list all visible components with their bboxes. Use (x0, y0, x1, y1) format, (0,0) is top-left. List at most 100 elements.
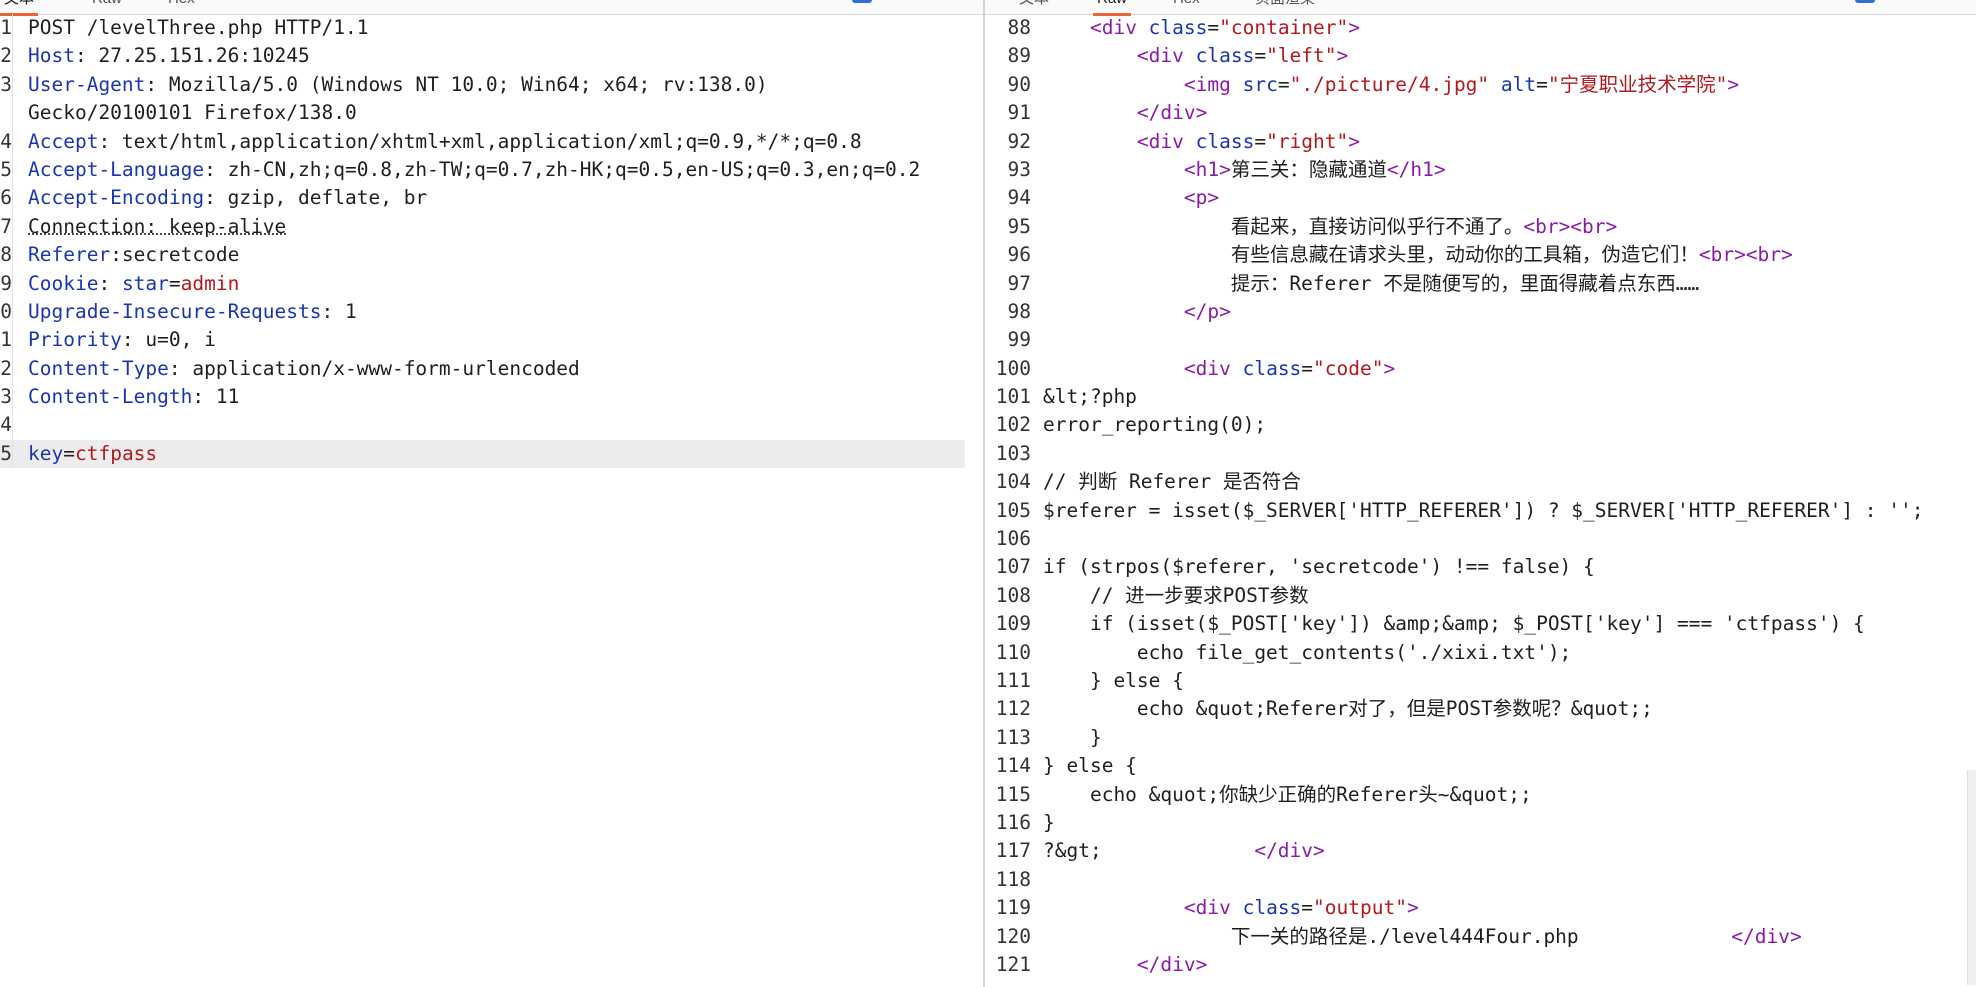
token-plain: echo &quot;你缺少正确的Referer头~&quot;; (1043, 782, 1532, 806)
code-line[interactable]: 109 if (isset($_POST['key']) &amp;&amp; … (985, 610, 1976, 638)
code-line[interactable]: 110 echo file_get_contents('./xixi.txt')… (985, 639, 1976, 667)
code-line[interactable]: 5 Accept-Language: zh-CN,zh;q=0.8,zh-TW;q… (0, 155, 983, 185)
pretty-toggle-button[interactable] (1855, 0, 1875, 3)
code-line[interactable]: Gecko/20100101 Firefox/138.0 (0, 99, 983, 128)
line-number: 3 (0, 70, 13, 100)
code-line[interactable]: 90 <img src="./picture/4.jpg" alt="宁夏职业技… (985, 71, 1976, 99)
request-tab-raw[interactable]: Raw (88, 0, 126, 13)
code-line[interactable]: 98 </p> (985, 298, 1976, 326)
request-tabbar: 文本 Raw Hex ⌕ ≡ (0, 0, 983, 16)
code-line[interactable]: 99 (985, 326, 1976, 354)
token-tag: <div (1089, 16, 1149, 39)
code-line[interactable]: 6 Accept-Encoding: gzip, deflate, br (0, 184, 983, 213)
http-message-viewer: 文本 Raw Hex ⌕ ≡ 1 POST /levelThree.php HTT… (0, 0, 1976, 987)
code-line[interactable]: 13 Content-Length: 11 (0, 383, 983, 412)
response-tab-text[interactable]: 文本 (1015, 0, 1053, 13)
token-str: "code" (1313, 356, 1384, 380)
line-text: 提示：Referer 不是随便写的，里面得藏着点东西…… (1043, 270, 1699, 298)
code-line[interactable]: 92 <div class="right"> (985, 128, 1976, 156)
line-text: } else { (1043, 752, 1137, 780)
token-plain: 看起来，直接访问似乎行不通了。 (1043, 214, 1524, 238)
code-line[interactable]: 105 $referer = isset($_SERVER['HTTP_REFER… (985, 497, 1976, 525)
search-icon[interactable]: ⌕ (812, 0, 820, 2)
code-line[interactable]: 15 key=ctfpass (0, 439, 965, 469)
response-tab-hex[interactable]: Hex (1169, 0, 1204, 13)
code-line[interactable]: 100 <div class="code"> (985, 355, 1976, 383)
token-tag: > (1336, 44, 1349, 68)
code-line[interactable]: 1 POST /levelThree.php HTTP/1.1 (0, 14, 983, 43)
code-line[interactable]: 88 <div class="container"> (985, 14, 1976, 42)
token-name: Cookie (28, 271, 99, 295)
token-plain: Gecko/20100101 Firefox/138.0 (28, 101, 357, 125)
code-line[interactable]: 95 看起来，直接访问似乎行不通了。<br><br> (985, 213, 1976, 241)
line-number: 99 (1007, 328, 1031, 352)
code-line[interactable]: 104 // 判断 Referer 是否符合 (985, 468, 1976, 496)
request-editor[interactable]: 1 POST /levelThree.php HTTP/1.1 2 Host: 27.… (0, 14, 983, 987)
code-line[interactable]: 111 } else { (985, 667, 1976, 695)
code-line[interactable]: 14 (0, 411, 983, 440)
response-scrollbar[interactable] (1967, 770, 1976, 985)
response-editor[interactable]: 88 <div class="container"> 89 <div class=… (985, 14, 1976, 987)
code-line[interactable]: 108 // 进一步要求POST参数 (985, 582, 1976, 610)
wrap-icon[interactable]: ≡ (922, 0, 934, 2)
menu-icon[interactable]: ≡ (1935, 0, 1947, 2)
code-line[interactable]: 97 提示：Referer 不是随便写的，里面得藏着点东西…… (985, 270, 1976, 298)
line-text: Referer:secretcode (28, 241, 239, 269)
code-line[interactable]: 117 ?&gt; </div> (985, 837, 1976, 865)
code-line[interactable]: 115 echo &quot;你缺少正确的Referer头~&quot;; (985, 781, 1976, 809)
line-text: $referer = isset($_SERVER['HTTP_REFERER'… (1043, 497, 1924, 525)
code-line[interactable]: 12 Content-Type: application/x-www-form-u… (0, 354, 983, 384)
code-line[interactable]: 3 User-Agent: Mozilla/5.0 (Windows NT 10.… (0, 70, 983, 100)
code-line[interactable]: 10 Upgrade-Insecure-Requests: 1 (0, 297, 983, 327)
code-line[interactable]: 113 } (985, 724, 1976, 752)
line-text: &lt;?php (1043, 383, 1137, 411)
code-line[interactable]: 89 <div class="left"> (985, 42, 1976, 70)
line-text: <div class="code"> (1043, 355, 1395, 383)
line-text: <img src="./picture/4.jpg" alt="宁夏职业技术学院… (1043, 71, 1739, 99)
code-line[interactable]: 102 error_reporting(0); (985, 411, 1976, 439)
token-plain: : application/x-www-form-urlencoded (168, 356, 580, 380)
code-line[interactable]: 121 </div> (985, 951, 1976, 979)
code-line[interactable]: 103 (985, 440, 1976, 468)
code-line[interactable]: 8 Referer:secretcode (0, 241, 983, 270)
request-tab-hex[interactable]: Hex (164, 0, 199, 13)
code-line[interactable]: 120 下一关的路径是./level444Four.php </div> (985, 923, 1976, 951)
line-number: 6 (0, 184, 13, 213)
line-number: 119 (995, 896, 1031, 920)
code-line[interactable]: 106 (985, 525, 1976, 553)
line-number: 121 (995, 952, 1031, 976)
line-text: Priority: u=0, i (28, 326, 216, 354)
code-line[interactable]: 91 </div> (985, 99, 1976, 127)
line-text: POST /levelThree.php HTTP/1.1 (28, 14, 368, 42)
response-tab-render[interactable]: 页面渲染 (1251, 0, 1319, 13)
token-plain: echo &quot;Referer对了，但是POST参数呢？&quot;; (1043, 697, 1653, 721)
token-tag: > (1348, 16, 1361, 39)
token-plain: } else { (1043, 668, 1184, 692)
line-text: Accept: text/html,application/xhtml+xml,… (28, 128, 862, 156)
code-line[interactable]: 4 Accept: text/html,application/xhtml+xml… (0, 127, 983, 156)
code-line[interactable]: 107 if (strpos($referer, 'secretcode') !=… (985, 553, 1976, 581)
wrap-icon[interactable]: ≡ (1895, 0, 1907, 2)
code-line[interactable]: 94 <p> (985, 184, 1976, 212)
code-line[interactable]: 119 <div class="output"> (985, 894, 1976, 922)
token-tag: </p> (1183, 299, 1231, 323)
pretty-toggle-button[interactable] (852, 0, 872, 3)
token-plain: } (1043, 810, 1055, 834)
token-str: "宁夏职业技术学院" (1547, 72, 1728, 96)
token-plain: 提示：Referer 不是随便写的，里面得藏着点东西…… (1043, 271, 1700, 295)
code-line[interactable]: 118 (985, 866, 1976, 894)
code-line[interactable]: 7 Connection: keep-alive (0, 212, 983, 242)
token-plain: if (isset($_POST['key']) &amp;&amp; $_PO… (1043, 612, 1865, 636)
code-line[interactable]: 114} else { (985, 752, 1976, 780)
code-line[interactable]: 96 有些信息藏在请求头里，动动你的工具箱，伪造它们！<br><br> (985, 241, 1976, 269)
code-line[interactable]: 101 &lt;?php (985, 383, 1976, 411)
code-line[interactable]: 9 Cookie: star=admin (0, 269, 983, 298)
line-number: 10 (0, 297, 13, 327)
code-line[interactable]: 116} (985, 809, 1976, 837)
code-line[interactable]: 93 <h1>第三关：隐藏通道</h1> (985, 156, 1976, 184)
code-line[interactable]: 2 Host: 27.25.151.26:10245 (0, 42, 983, 71)
code-line[interactable]: 112 echo &quot;Referer对了，但是POST参数呢？&quot… (985, 695, 1976, 723)
code-line[interactable]: 11 Priority: u=0, i (0, 326, 983, 355)
